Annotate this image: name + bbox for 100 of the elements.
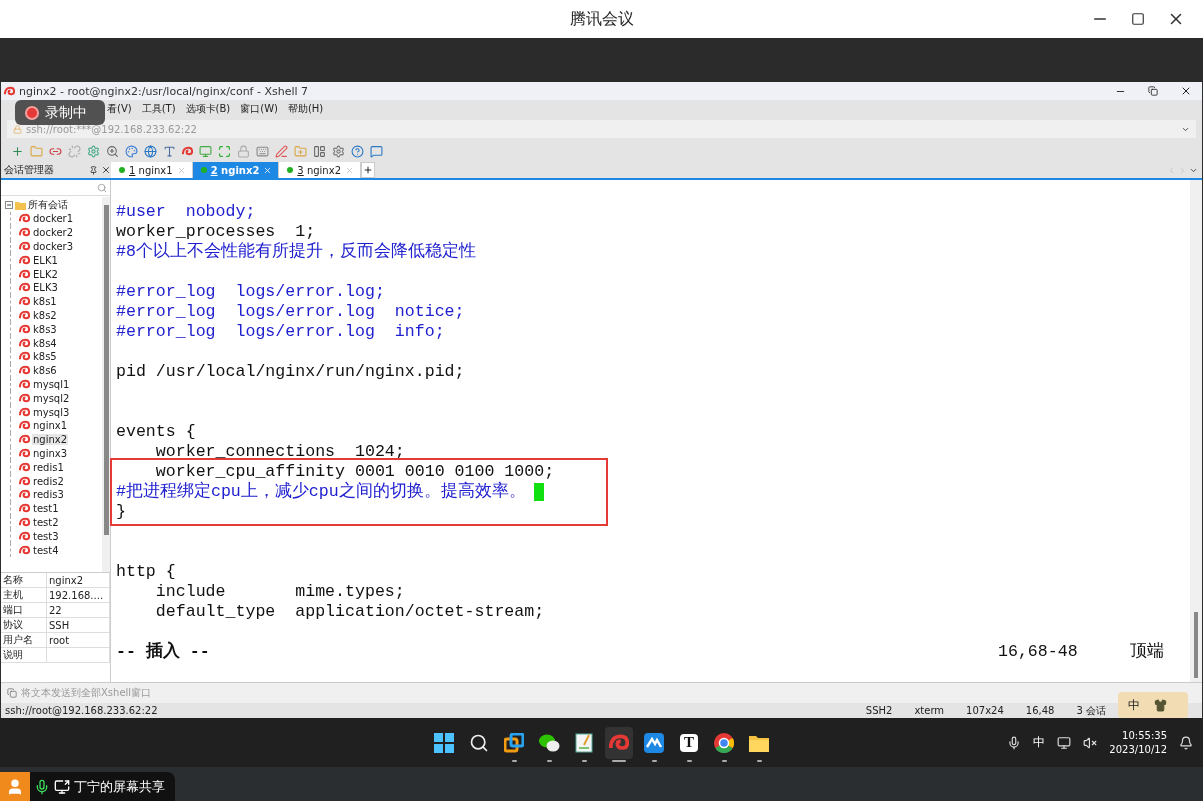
windows-icon[interactable] — [434, 732, 454, 753]
muted-speaker-icon[interactable] — [1083, 735, 1098, 750]
tree-item[interactable]: ELK1 — [32, 254, 59, 266]
status-dot-icon — [287, 167, 294, 173]
code-line: http { — [116, 562, 176, 582]
tree-item[interactable]: test4 — [32, 544, 60, 556]
help-icon[interactable] — [351, 144, 364, 158]
tree-item[interactable]: ELK3 — [32, 282, 59, 294]
layout-icon[interactable] — [313, 144, 326, 158]
tree-item[interactable]: test3 — [32, 530, 60, 542]
status-sessions[interactable]: 3 会话 — [1076, 703, 1106, 718]
property-name: 名称 — [1, 573, 47, 588]
microphone-icon[interactable] — [1007, 735, 1022, 750]
scrollbar-thumb[interactable] — [103, 205, 109, 535]
running-indicator — [686, 759, 692, 762]
property-value: 192.168.... — [47, 588, 110, 603]
property-name: 端口 — [1, 603, 47, 618]
snail-icon[interactable] — [609, 732, 629, 753]
menu-item[interactable]: 帮助(H) — [287, 102, 324, 116]
tree-item[interactable]: k8s2 — [32, 309, 58, 321]
meeting-icon[interactable] — [644, 732, 664, 753]
chrome-icon[interactable] — [714, 732, 734, 753]
tree-item[interactable]: docker2 — [32, 227, 75, 239]
session-tab[interactable]: 2 nginx2 — [192, 162, 280, 178]
new-session-icon[interactable] — [11, 144, 24, 158]
tree-item[interactable]: k8s6 — [32, 365, 58, 377]
menu-item[interactable]: 看(V) — [107, 102, 132, 116]
chat-bubbles-icon[interactable] — [538, 732, 560, 753]
tree-item[interactable]: redis2 — [32, 475, 65, 487]
clock[interactable]: 10:55:35 2023/10/12 — [1109, 728, 1167, 757]
restore-icon[interactable] — [1148, 86, 1158, 96]
snail-icon — [19, 254, 30, 266]
folder-icon[interactable] — [749, 733, 769, 752]
code-line: include mime.types; — [154, 582, 405, 602]
tree-item[interactable]: test1 — [32, 503, 60, 515]
shirt-icon[interactable] — [1154, 698, 1167, 712]
keyboard-icon[interactable] — [256, 144, 269, 158]
new-tab-button[interactable] — [361, 162, 375, 178]
menu-item[interactable]: 选项卡(B) — [185, 102, 231, 116]
input-language[interactable]: 中 — [1033, 734, 1046, 751]
font-icon[interactable] — [163, 144, 176, 158]
tree-item[interactable]: nginx2 — [32, 434, 69, 446]
session-tab[interactable]: 3 nginx2 — [279, 162, 361, 178]
snail-icon — [19, 420, 30, 432]
maximize-icon[interactable] — [1131, 12, 1145, 26]
taskbar-button[interactable]: T — [675, 726, 703, 759]
collapse-icon[interactable] — [5, 201, 13, 209]
monitor-icon[interactable] — [199, 144, 212, 158]
tree-item[interactable]: redis3 — [32, 489, 65, 501]
fullscreen-icon[interactable] — [218, 144, 231, 158]
tab-label: 3 nginx2 — [297, 164, 341, 176]
overlapping-squares-icon[interactable] — [504, 732, 524, 753]
running-indicator — [546, 759, 552, 762]
tree-item[interactable]: k8s4 — [32, 337, 58, 349]
tree-item[interactable]: ELK2 — [32, 268, 59, 280]
notepad-icon[interactable] — [575, 732, 593, 753]
microphone-icon[interactable] — [34, 778, 50, 795]
scrollbar-thumb[interactable] — [1194, 612, 1198, 678]
text-app-icon[interactable]: T — [680, 733, 698, 752]
code-comment: #8个以上不会性能有所提升，反而会降低稳定性 — [116, 242, 476, 262]
settings-icon[interactable] — [332, 144, 345, 158]
status-address: ssh://root@192.168.233.62:22 — [5, 705, 158, 716]
tree-item[interactable]: docker1 — [32, 213, 75, 225]
screen-share-icon[interactable] — [54, 778, 70, 795]
globe-icon[interactable] — [144, 144, 157, 158]
close-icon[interactable] — [101, 165, 111, 175]
tree-item[interactable]: 所有会话 — [28, 198, 68, 212]
status-dot-icon — [200, 167, 207, 173]
tree-item[interactable]: k8s5 — [32, 351, 58, 363]
code-line: } — [116, 502, 126, 522]
tree-item[interactable]: mysql2 — [32, 392, 71, 404]
search-icon[interactable] — [469, 732, 489, 753]
pen-icon[interactable] — [275, 144, 288, 158]
tree-item[interactable]: nginx3 — [32, 447, 69, 459]
tree-item[interactable]: mysql3 — [32, 406, 71, 418]
tree-item[interactable]: test2 — [32, 516, 60, 528]
snail-icon — [19, 461, 30, 473]
menu-item[interactable]: 工具(T) — [141, 102, 176, 116]
snail-icon[interactable] — [182, 145, 193, 157]
pin-icon[interactable] — [89, 165, 98, 175]
chat-icon[interactable] — [370, 144, 383, 158]
menu-item[interactable]: 窗口(W) — [240, 102, 278, 116]
tree-item[interactable]: docker3 — [32, 241, 75, 252]
snail-icon — [19, 447, 30, 459]
snail-icon — [19, 227, 30, 239]
tree-item[interactable]: nginx1 — [32, 420, 69, 432]
snail-icon — [19, 268, 30, 280]
tree-item[interactable]: k8s1 — [32, 296, 58, 308]
tree-item[interactable]: k8s3 — [32, 323, 58, 335]
property-name: 主机 — [1, 588, 47, 603]
notification-icon[interactable] — [1179, 735, 1193, 750]
tree-item[interactable]: mysql1 — [32, 378, 71, 390]
folder-icon — [15, 200, 26, 210]
close-icon[interactable] — [1180, 85, 1192, 97]
code-line: worker_connections 1024; — [154, 442, 405, 462]
snail-icon — [19, 516, 30, 528]
palette-icon[interactable] — [125, 144, 138, 158]
running-indicator — [581, 759, 587, 762]
tree-item[interactable]: redis1 — [32, 461, 65, 473]
session-tab[interactable]: 1 nginx1 — [111, 162, 193, 178]
